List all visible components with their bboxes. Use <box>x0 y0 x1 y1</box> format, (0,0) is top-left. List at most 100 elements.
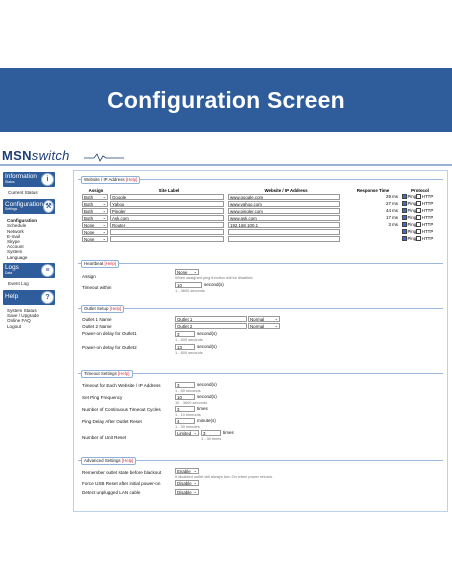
address-input[interactable]: www.yahoo.com <box>228 200 340 207</box>
http-radio[interactable] <box>416 215 422 221</box>
outlet-panel-tab: Outlet Setup [Help] <box>81 305 125 313</box>
website-table: Assign Site Label Website / IP Address R… <box>82 188 438 242</box>
address-input[interactable] <box>228 228 340 235</box>
t3-label: Number of Continuous Timeout Cycles <box>82 407 161 412</box>
ping-label: Ping <box>407 236 417 242</box>
http-label: HTTP <box>421 208 434 214</box>
a3-label: Detect unplugged LAN cable <box>82 490 141 495</box>
sidebar-item-logout[interactable]: Logout <box>3 324 55 329</box>
a3-select[interactable]: Disable <box>175 489 199 495</box>
ping-radio[interactable] <box>402 236 407 242</box>
logo-suffix: switch <box>31 148 70 163</box>
assign-select[interactable]: Both <box>82 200 108 207</box>
response-time <box>344 235 402 242</box>
http-radio[interactable] <box>416 236 422 242</box>
assign-select[interactable]: Both <box>82 214 108 221</box>
information-icon: i <box>41 173 54 186</box>
ping-radio[interactable] <box>402 208 407 214</box>
ping-radio[interactable] <box>402 194 407 200</box>
website-panel-tab: Website / IP Address [Help] <box>81 176 141 184</box>
title-banner: Configuration Screen <box>0 68 452 132</box>
http-label: HTTP <box>421 236 434 242</box>
sidebar: Information Status i Current Status Confi… <box>3 170 55 329</box>
outlet1-name-input[interactable]: Outlet 1 <box>175 316 247 322</box>
site-label-input[interactable]: Yahoo <box>110 200 224 207</box>
outlet2-name-input[interactable]: Outlet 2 <box>175 323 247 329</box>
site-label-input[interactable] <box>110 228 224 235</box>
http-radio[interactable] <box>416 201 422 207</box>
http-label: HTTP <box>421 222 434 228</box>
http-radio[interactable] <box>416 222 422 228</box>
timeout-panel-tab: Timeout Settings [Help] <box>81 370 133 378</box>
table-row: None Ping HTTP <box>82 235 438 242</box>
t5-hint: 1 - 30 times <box>201 436 222 441</box>
sidebar-configuration-button[interactable]: Configuration Settings ⚒ <box>3 199 55 215</box>
ping-radio[interactable] <box>402 222 407 228</box>
sidebar-item-language[interactable]: Language <box>3 255 55 260</box>
http-label: HTTP <box>421 201 434 207</box>
heartbeat-timeout-unit: second(s) <box>204 282 224 287</box>
sidebar-help-button[interactable]: Help ? <box>3 289 55 305</box>
response-time <box>344 228 402 235</box>
outlet1-label: Outlet 1 Name <box>82 317 112 322</box>
t5-mode-select[interactable]: Limited <box>175 430 199 436</box>
ping-label: Ping <box>407 208 417 214</box>
site-label-input[interactable]: Pingler <box>110 207 224 214</box>
http-label: HTTP <box>421 215 434 221</box>
sidebar-logs-button[interactable]: Logs Data ≡ <box>3 262 55 278</box>
wrench-icon: ⚒ <box>43 200 54 214</box>
response-time: 17 ms <box>386 215 398 221</box>
address-input[interactable]: www.google.com <box>228 193 340 200</box>
ping-label: Ping <box>407 194 417 200</box>
delay2-unit: second(s) <box>197 344 217 349</box>
http-radio[interactable] <box>416 229 422 235</box>
t1-unit: second(s) <box>197 382 217 387</box>
website-panel: Website / IP Address [Help] Assign Site … <box>78 176 443 256</box>
delay1-hint: 1 - 600 seconds <box>175 337 203 342</box>
address-input[interactable]: www.pingler.com <box>228 207 340 214</box>
help-link[interactable]: [Help] <box>126 177 137 182</box>
http-radio[interactable] <box>416 194 422 200</box>
response-time: 44 ms <box>386 208 398 214</box>
address-input[interactable]: www.ask.com <box>228 214 340 221</box>
assign-select[interactable]: Both <box>82 193 108 200</box>
table-row: BothPingler www.pingler.com 44 ms Ping HTTP <box>82 207 438 214</box>
response-time: 29 ms <box>386 194 398 200</box>
help-link[interactable]: [Help] <box>122 458 133 463</box>
assign-select[interactable]: None <box>82 235 108 242</box>
a2-select[interactable]: Disable <box>175 480 199 486</box>
assign-select[interactable]: None <box>82 228 108 235</box>
t2-label: Set Ping Frequency <box>82 395 123 400</box>
http-radio[interactable] <box>416 208 422 214</box>
help-link[interactable]: [Help] <box>110 306 121 311</box>
assign-select[interactable]: Both <box>82 207 108 214</box>
help-link[interactable]: [Help] <box>118 371 129 376</box>
delay2-hint: 1 - 600 seconds <box>175 350 203 355</box>
logs-icon: ≡ <box>41 263 54 277</box>
site-label-input[interactable]: Google <box>110 193 224 200</box>
address-input[interactable]: 192.168.100.1 <box>228 221 340 228</box>
http-label: HTTP <box>421 194 434 200</box>
ping-radio[interactable] <box>402 215 407 221</box>
table-row: None Ping HTTP <box>82 228 438 235</box>
http-label: HTTP <box>421 229 434 235</box>
site-label-input[interactable]: Router <box>110 221 224 228</box>
logo-brand: MSN <box>2 148 32 163</box>
sidebar-information-button[interactable]: Information Status i <box>3 172 55 187</box>
site-label-input[interactable] <box>110 235 224 242</box>
help-icon: ? <box>41 290 54 304</box>
t5-label: Number of Unit Reset <box>82 435 127 440</box>
ping-radio[interactable] <box>402 201 407 207</box>
assign-select[interactable]: None <box>82 221 108 228</box>
site-label-input[interactable]: Ask.com <box>110 214 224 221</box>
outlet2-mode-select[interactable]: Normal <box>248 323 280 329</box>
ping-radio[interactable] <box>402 229 407 235</box>
main-content: Website / IP Address [Help] Assign Site … <box>73 170 448 512</box>
help-link[interactable]: [Help] <box>105 261 116 266</box>
sidebar-item-event-log[interactable]: Event Log <box>3 281 55 287</box>
sidebar-item-current-status[interactable]: Current Status <box>3 190 55 196</box>
heartbeat-assign-hint: When assigned ping function will be disa… <box>175 275 254 280</box>
t1-hint: 1 - 60 seconds <box>175 388 201 393</box>
address-input[interactable] <box>228 235 340 242</box>
outlet1-mode-select[interactable]: Normal <box>248 316 280 322</box>
